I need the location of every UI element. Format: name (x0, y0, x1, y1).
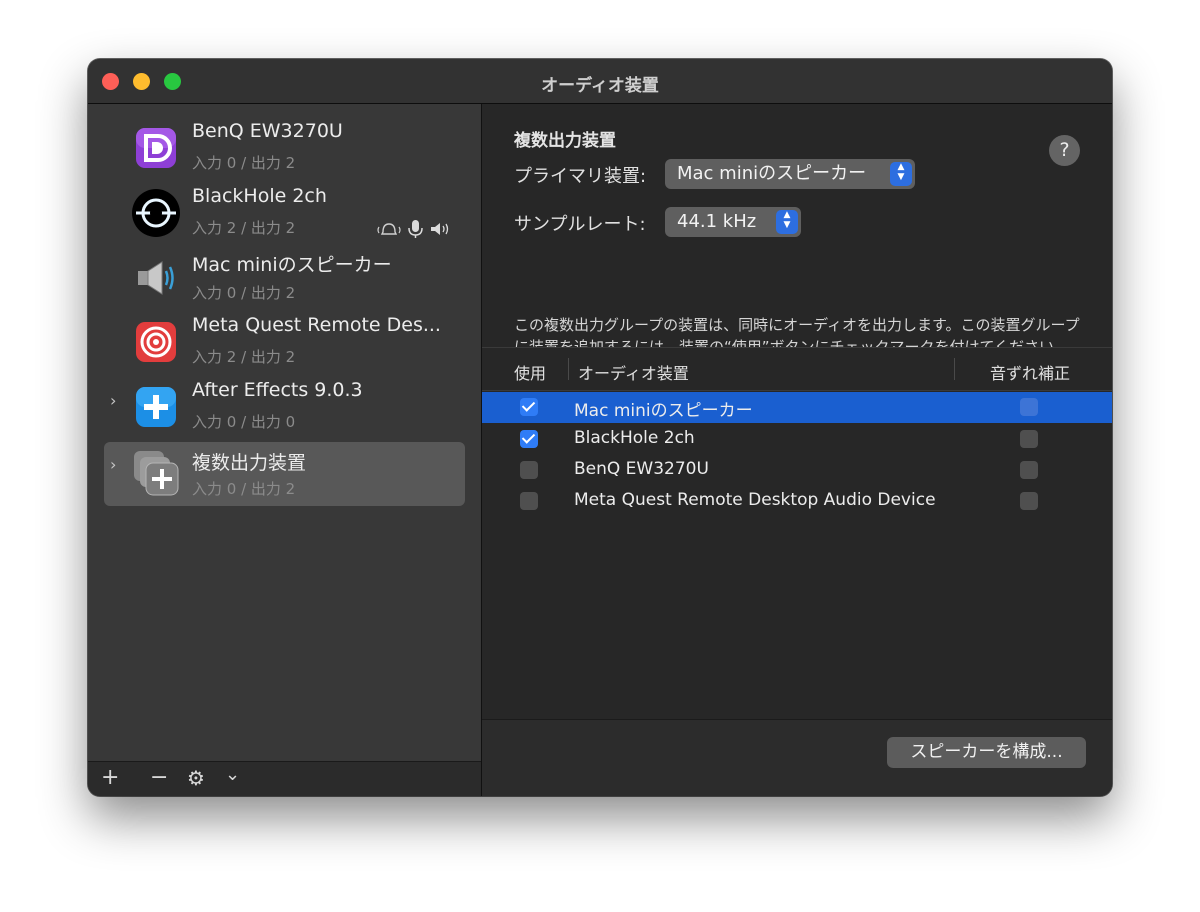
row-device-name: Mac miniのスピーカー (574, 401, 753, 421)
chevron-up-down-icon: ▲ ▼ (890, 162, 912, 186)
column-header-use[interactable]: 使用 (514, 360, 546, 384)
title-bar: オーディオ装置 (88, 59, 1112, 104)
chevron-up-down-icon: ▲ ▼ (776, 210, 798, 234)
device-status-icons (377, 220, 449, 238)
device-name: BenQ EW3270U (192, 120, 343, 142)
sidebar-toolbar: + − ⚙ ⌄ (88, 761, 481, 796)
aggregate-plus-icon (136, 387, 176, 427)
row-device-name: BlackHole 2ch (574, 428, 695, 448)
sidebar-item-meta-quest[interactable]: Meta Quest Remote Des... 入力 2 / 出力 2 (104, 314, 465, 378)
table-row[interactable]: Meta Quest Remote Desktop Audio Device (482, 486, 1112, 517)
use-checkbox[interactable] (520, 492, 538, 510)
use-checkbox[interactable] (520, 430, 538, 448)
use-checkbox[interactable] (520, 461, 538, 479)
column-divider (954, 358, 955, 380)
primary-device-value: Mac miniのスピーカー (677, 163, 867, 184)
device-io: 入力 2 / 出力 2 (192, 219, 296, 237)
microphone-icon (408, 220, 423, 238)
target-icon (136, 322, 176, 362)
device-name: After Effects 9.0.3 (192, 379, 363, 401)
configure-speakers-button[interactable]: スピーカーを構成... (887, 737, 1086, 768)
table-row[interactable]: Mac miniのスピーカー (482, 392, 1112, 423)
drift-correction-checkbox[interactable] (1020, 461, 1038, 479)
detail-footer: スピーカーを構成... (482, 719, 1112, 796)
column-header-device[interactable]: オーディオ装置 (578, 360, 689, 384)
device-name: Meta Quest Remote Des... (192, 314, 441, 336)
display-port-icon (136, 128, 176, 168)
primary-device-label: プライマリ装置: (514, 166, 647, 187)
section-title: 複数出力装置 (514, 131, 616, 151)
device-io: 入力 0 / 出力 2 (192, 154, 296, 172)
column-divider (568, 358, 569, 380)
help-button[interactable]: ? (1049, 135, 1080, 166)
row-device-name: Meta Quest Remote Desktop Audio Device (574, 490, 936, 510)
table-row[interactable]: BenQ EW3270U (482, 455, 1112, 486)
remove-device-button[interactable]: − (150, 767, 168, 789)
add-device-button[interactable]: + (101, 767, 119, 789)
multi-output-icon (134, 451, 179, 496)
device-detail-pane: 複数出力装置 ? プライマリ装置: Mac miniのスピーカー ▲ ▼ サンプル… (482, 104, 1112, 796)
chevron-right-icon[interactable]: › (110, 391, 116, 410)
device-io: 入力 2 / 出力 2 (192, 348, 296, 366)
table-header: 使用 オーディオ装置 音ずれ補正 (482, 347, 1112, 391)
gear-icon[interactable]: ⚙ (187, 767, 205, 789)
device-io: 入力 0 / 出力 0 (192, 413, 296, 431)
speaker-icon (431, 223, 449, 235)
device-sidebar: BenQ EW3270U 入力 0 / 出力 2 BlackHole 2ch 入… (88, 104, 482, 796)
speaker-icon (138, 261, 174, 295)
column-header-drift[interactable]: 音ずれ補正 (990, 360, 1070, 384)
audio-devices-window: オーディオ装置 BenQ EW3270U 入力 0 / 出力 2 BlackHo… (88, 59, 1112, 796)
sidebar-item-benq[interactable]: BenQ EW3270U 入力 0 / 出力 2 (104, 120, 465, 184)
drift-correction-checkbox[interactable] (1020, 398, 1038, 416)
drift-correction-checkbox[interactable] (1020, 492, 1038, 510)
sidebar-item-mac-mini-speaker[interactable]: Mac miniのスピーカー 入力 0 / 出力 2 (104, 250, 465, 314)
row-device-name: BenQ EW3270U (574, 459, 709, 479)
sidebar-item-after-effects[interactable]: › After Effects 9.0.3 入力 0 / 出力 0 (104, 379, 465, 443)
device-name: 複数出力装置 (192, 452, 307, 474)
drift-correction-checkbox[interactable] (1020, 430, 1038, 448)
chevron-right-icon[interactable]: › (110, 455, 116, 474)
sample-rate-value: 44.1 kHz (677, 211, 757, 232)
device-io: 入力 0 / 出力 2 (192, 284, 296, 302)
sample-rate-popup[interactable]: 44.1 kHz ▲ ▼ (665, 207, 801, 237)
alert-sound-icon (377, 223, 401, 235)
sidebar-item-multi-output[interactable]: › 複数出力装置 入力 0 / 出力 2 (104, 442, 465, 506)
sidebar-item-blackhole[interactable]: BlackHole 2ch 入力 2 / 出力 2 (104, 185, 465, 249)
chevron-down-icon[interactable]: ⌄ (225, 764, 240, 786)
blackhole-icon (132, 189, 180, 237)
device-io: 入力 0 / 出力 2 (192, 480, 296, 498)
window-title: オーディオ装置 (541, 76, 659, 96)
device-name: BlackHole 2ch (192, 185, 327, 207)
sample-rate-label: サンプルレート: (514, 214, 646, 235)
use-checkbox[interactable] (520, 398, 538, 416)
table-row[interactable]: BlackHole 2ch (482, 424, 1112, 455)
device-name: Mac miniのスピーカー (192, 254, 392, 276)
primary-device-popup[interactable]: Mac miniのスピーカー ▲ ▼ (665, 159, 915, 189)
